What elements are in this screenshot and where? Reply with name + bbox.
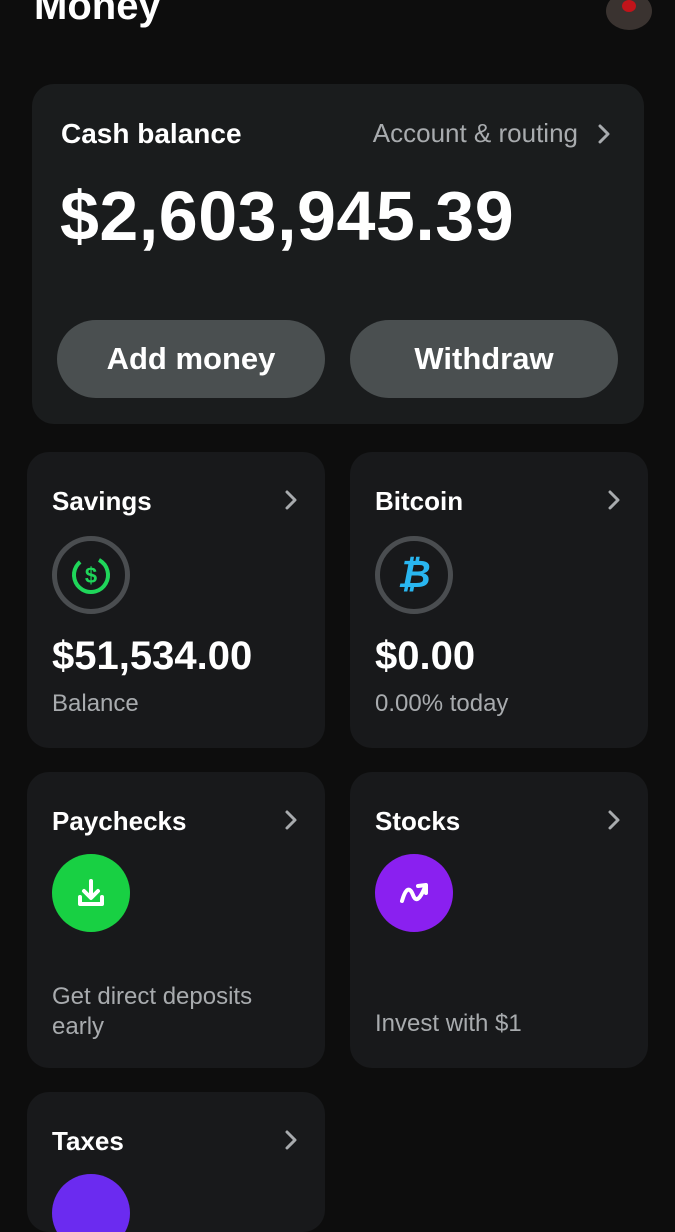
savings-tile[interactable]: Savings $ $51,534.00 Balance bbox=[27, 452, 325, 748]
avatar-mark bbox=[622, 0, 636, 12]
account-routing-link[interactable]: Account & routing bbox=[373, 118, 612, 149]
savings-title: Savings bbox=[52, 486, 152, 516]
paychecks-tile[interactable]: Paychecks Get direct deposits early bbox=[27, 772, 325, 1068]
stocks-title: Stocks bbox=[375, 806, 461, 836]
stock-trend-icon bbox=[375, 854, 453, 932]
paychecks-title: Paychecks bbox=[52, 806, 187, 836]
taxes-tile[interactable]: Taxes bbox=[27, 1092, 325, 1232]
cash-balance-label: Cash balance bbox=[61, 118, 242, 149]
withdraw-button[interactable]: Withdraw bbox=[350, 320, 618, 398]
savings-value: $51,534.00 bbox=[52, 634, 253, 678]
paychecks-subtitle: Get direct deposits early bbox=[52, 983, 253, 1040]
bitcoin-icon: ₿ bbox=[375, 536, 453, 614]
add-money-button[interactable]: Add money bbox=[57, 320, 325, 398]
avatar[interactable] bbox=[606, 0, 652, 30]
account-routing-label: Account & routing bbox=[372, 118, 578, 148]
download-icon bbox=[52, 854, 130, 932]
savings-subtitle: Balance bbox=[52, 690, 139, 717]
page-title: Money bbox=[34, 0, 161, 28]
chevron-right-icon bbox=[608, 810, 620, 830]
chevron-right-icon bbox=[598, 124, 610, 143]
chevron-right-icon bbox=[285, 810, 297, 830]
bitcoin-tile[interactable]: Bitcoin ₿ $0.00 0.00% today bbox=[350, 452, 648, 748]
chevron-right-icon bbox=[285, 1130, 297, 1150]
chevron-right-icon bbox=[608, 490, 620, 510]
svg-text:$: $ bbox=[85, 563, 97, 588]
stocks-subtitle: Invest with $1 bbox=[375, 1010, 522, 1037]
bitcoin-value: $0.00 bbox=[375, 634, 476, 678]
cash-balance-card[interactable]: Cash balance Account & routing $2,603,94… bbox=[32, 84, 644, 424]
taxes-title: Taxes bbox=[52, 1126, 124, 1156]
taxes-icon bbox=[52, 1174, 130, 1232]
dollar-circle-icon: $ bbox=[52, 536, 130, 614]
cash-balance-amount: $2,603,945.39 bbox=[60, 177, 515, 255]
bitcoin-subtitle: 0.00% today bbox=[375, 690, 509, 717]
chevron-right-icon bbox=[285, 490, 297, 510]
stocks-tile[interactable]: Stocks Invest with $1 bbox=[350, 772, 648, 1068]
bitcoin-title: Bitcoin bbox=[375, 486, 464, 516]
